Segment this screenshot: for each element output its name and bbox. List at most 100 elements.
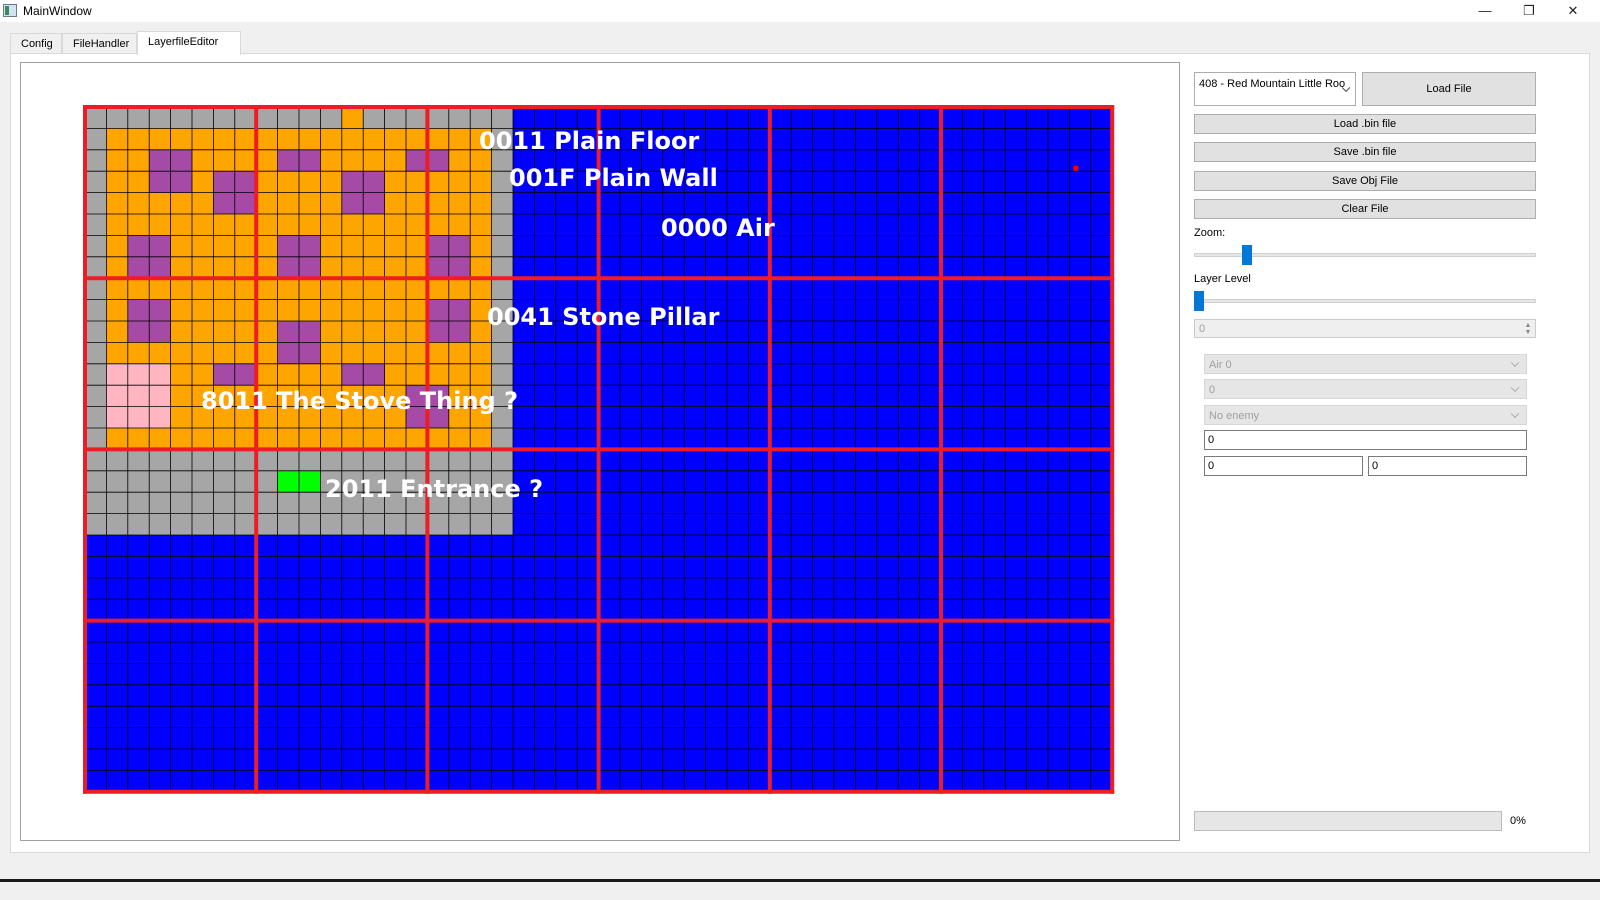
tile-cell[interactable] [106,192,129,215]
tile-cell[interactable] [662,406,685,429]
tile-cell[interactable] [855,406,878,429]
tile-cell[interactable] [534,620,557,643]
tile-cell[interactable] [127,599,150,621]
tile-cell[interactable] [363,128,385,151]
tile-cell[interactable] [855,235,878,258]
tile-cell[interactable] [1026,192,1049,215]
tile-cell[interactable] [491,577,514,600]
tile-cell[interactable] [748,278,771,300]
tile-cell[interactable] [705,107,728,129]
tile-cell[interactable] [170,577,193,600]
tile-cell[interactable] [320,577,343,600]
tile-cell[interactable] [598,727,621,750]
tile-cell[interactable] [406,449,428,472]
tile-cell[interactable] [277,149,300,172]
tile-cell[interactable] [876,128,899,151]
tile-cell[interactable] [341,749,364,771]
tile-cell[interactable] [983,599,1006,621]
tile-cell[interactable] [192,321,214,343]
tile-cell[interactable] [384,599,407,621]
tile-cell[interactable] [341,770,364,793]
tile-cell[interactable] [577,684,599,707]
tile-cell[interactable] [1005,385,1027,407]
tile-cell[interactable] [85,684,107,707]
tile-cell[interactable] [320,749,343,771]
tile-cell[interactable] [941,684,963,707]
tile-cell[interactable] [834,727,856,750]
tile-cell[interactable] [1005,214,1027,236]
tile-cell[interactable] [834,535,856,557]
tile-cell[interactable] [1026,684,1049,707]
tile-cell[interactable] [85,321,107,343]
tile-cell[interactable] [834,749,856,771]
save-bin-button[interactable]: Save .bin file [1194,142,1536,162]
tile-cell[interactable] [641,684,664,707]
tile-cell[interactable] [577,749,599,771]
tile-cell[interactable] [299,770,321,793]
tile-cell[interactable] [106,663,129,686]
tile-cell[interactable] [855,214,878,236]
tile-cell[interactable] [384,642,407,664]
tile-cell[interactable] [192,470,214,493]
tile-cell[interactable] [941,214,963,236]
tile-cell[interactable] [341,620,364,643]
tile-cell[interactable] [941,706,963,728]
tile-cell[interactable] [791,449,813,472]
tile-cell[interactable] [684,278,706,300]
tile-cell[interactable] [170,299,193,322]
tile-cell[interactable] [513,556,535,579]
tile-cell[interactable] [941,278,963,300]
tile-cell[interactable] [898,321,920,343]
tile-cell[interactable] [470,684,492,707]
tile-cell[interactable] [170,535,193,557]
tile-cell[interactable] [149,513,171,536]
tile-cell[interactable] [983,770,1006,793]
tile-cell[interactable] [620,428,642,450]
tile-cell[interactable] [234,149,257,172]
tile-cell[interactable] [727,149,749,172]
tile-cell[interactable] [127,428,150,450]
tile-cell[interactable] [620,363,642,386]
tile-cell[interactable] [641,278,664,300]
tile-cell[interactable] [620,770,642,793]
tile-cell[interactable] [748,363,771,386]
tile-cell[interactable] [106,556,129,579]
tile-cell[interactable] [149,599,171,621]
tile-cell[interactable] [748,577,771,600]
tile-cell[interactable] [1005,235,1027,258]
tile-cell[interactable] [534,642,557,664]
tile-cell[interactable] [684,727,706,750]
tile-cell[interactable] [962,620,985,643]
tile-cell[interactable] [555,770,578,793]
tile-cell[interactable] [363,278,385,300]
tile-cell[interactable] [748,492,771,514]
tile-cell[interactable] [427,749,450,771]
tile-cell[interactable] [662,513,685,536]
tile-cell[interactable] [384,535,407,557]
tile-cell[interactable] [192,684,214,707]
tile-cell[interactable] [705,642,728,664]
tile-cell[interactable] [791,749,813,771]
tile-cell[interactable] [598,278,621,300]
tile-cell[interactable] [1090,599,1113,621]
tab-layerfile-editor[interactable]: LayerfileEditor [137,31,241,55]
tile-cell[interactable] [106,577,129,600]
tile-cell[interactable] [641,513,664,536]
tile-cell[interactable] [962,770,985,793]
tile-cell[interactable] [106,256,129,279]
tile-cell[interactable] [662,492,685,514]
tile-cell[interactable] [812,406,835,429]
tile-cell[interactable] [1005,620,1027,643]
tile-cell[interactable] [855,663,878,686]
tile-cell[interactable] [470,599,492,621]
tile-cell[interactable] [834,107,856,129]
spin-arrows-icon[interactable]: ▲ ▼ [1523,322,1533,336]
tile-cell[interactable] [1090,556,1113,579]
tile-cell[interactable] [1090,192,1113,215]
tile-cell[interactable] [320,449,343,472]
tile-cell[interactable] [127,770,150,793]
tile-cell[interactable] [213,470,236,493]
tile-cell[interactable] [1005,342,1027,365]
tile-cell[interactable] [919,171,942,193]
tile-cell[interactable] [213,214,236,236]
